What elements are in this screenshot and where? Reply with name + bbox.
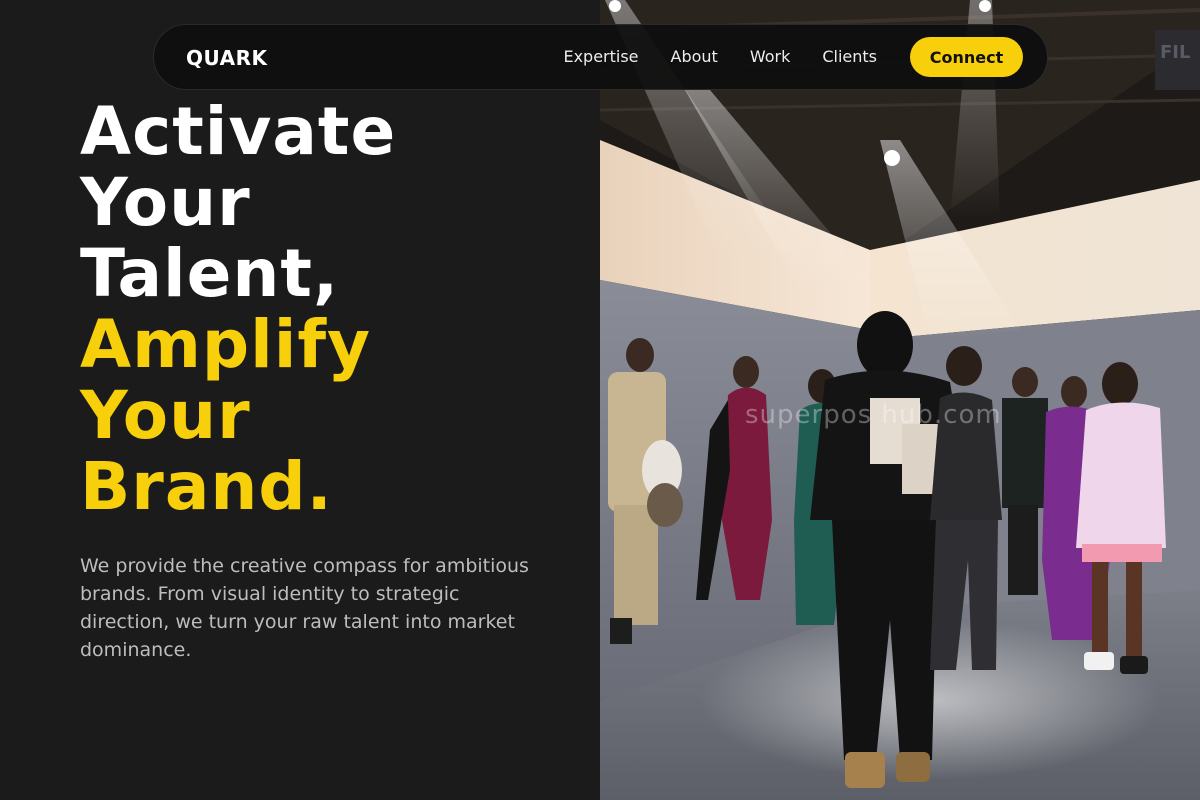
hero-title-line: Your: [80, 164, 251, 241]
nav-link-about[interactable]: About: [671, 47, 718, 66]
hero-accent-line: Amplify: [80, 306, 372, 383]
hero-title: Activate Your Talent, Amplify Your Brand…: [80, 96, 396, 522]
nav-link-clients[interactable]: Clients: [822, 47, 877, 66]
hero-panel: Activate Your Talent, Amplify Your Brand…: [0, 0, 600, 800]
hero-image: FIL superpos hub.com: [600, 0, 1200, 800]
navbar: QUARK Expertise About Work Clients Conne…: [153, 24, 1048, 90]
svg-text:FIL: FIL: [1160, 42, 1190, 63]
connect-button[interactable]: Connect: [910, 37, 1023, 77]
nav-link-work[interactable]: Work: [750, 47, 791, 66]
hero-accent-line: Your: [80, 377, 251, 454]
brand-logo[interactable]: QUARK: [186, 46, 268, 70]
nav-links: Expertise About Work Clients: [563, 47, 877, 66]
hero-description: We provide the creative compass for ambi…: [80, 555, 529, 661]
hero-title-line: Activate: [80, 93, 397, 170]
image-watermark: superpos hub.com: [745, 400, 1002, 430]
hero-accent-line: Brand.: [80, 448, 333, 525]
hero-title-line: Talent,: [80, 235, 340, 312]
nav-link-expertise[interactable]: Expertise: [563, 47, 638, 66]
